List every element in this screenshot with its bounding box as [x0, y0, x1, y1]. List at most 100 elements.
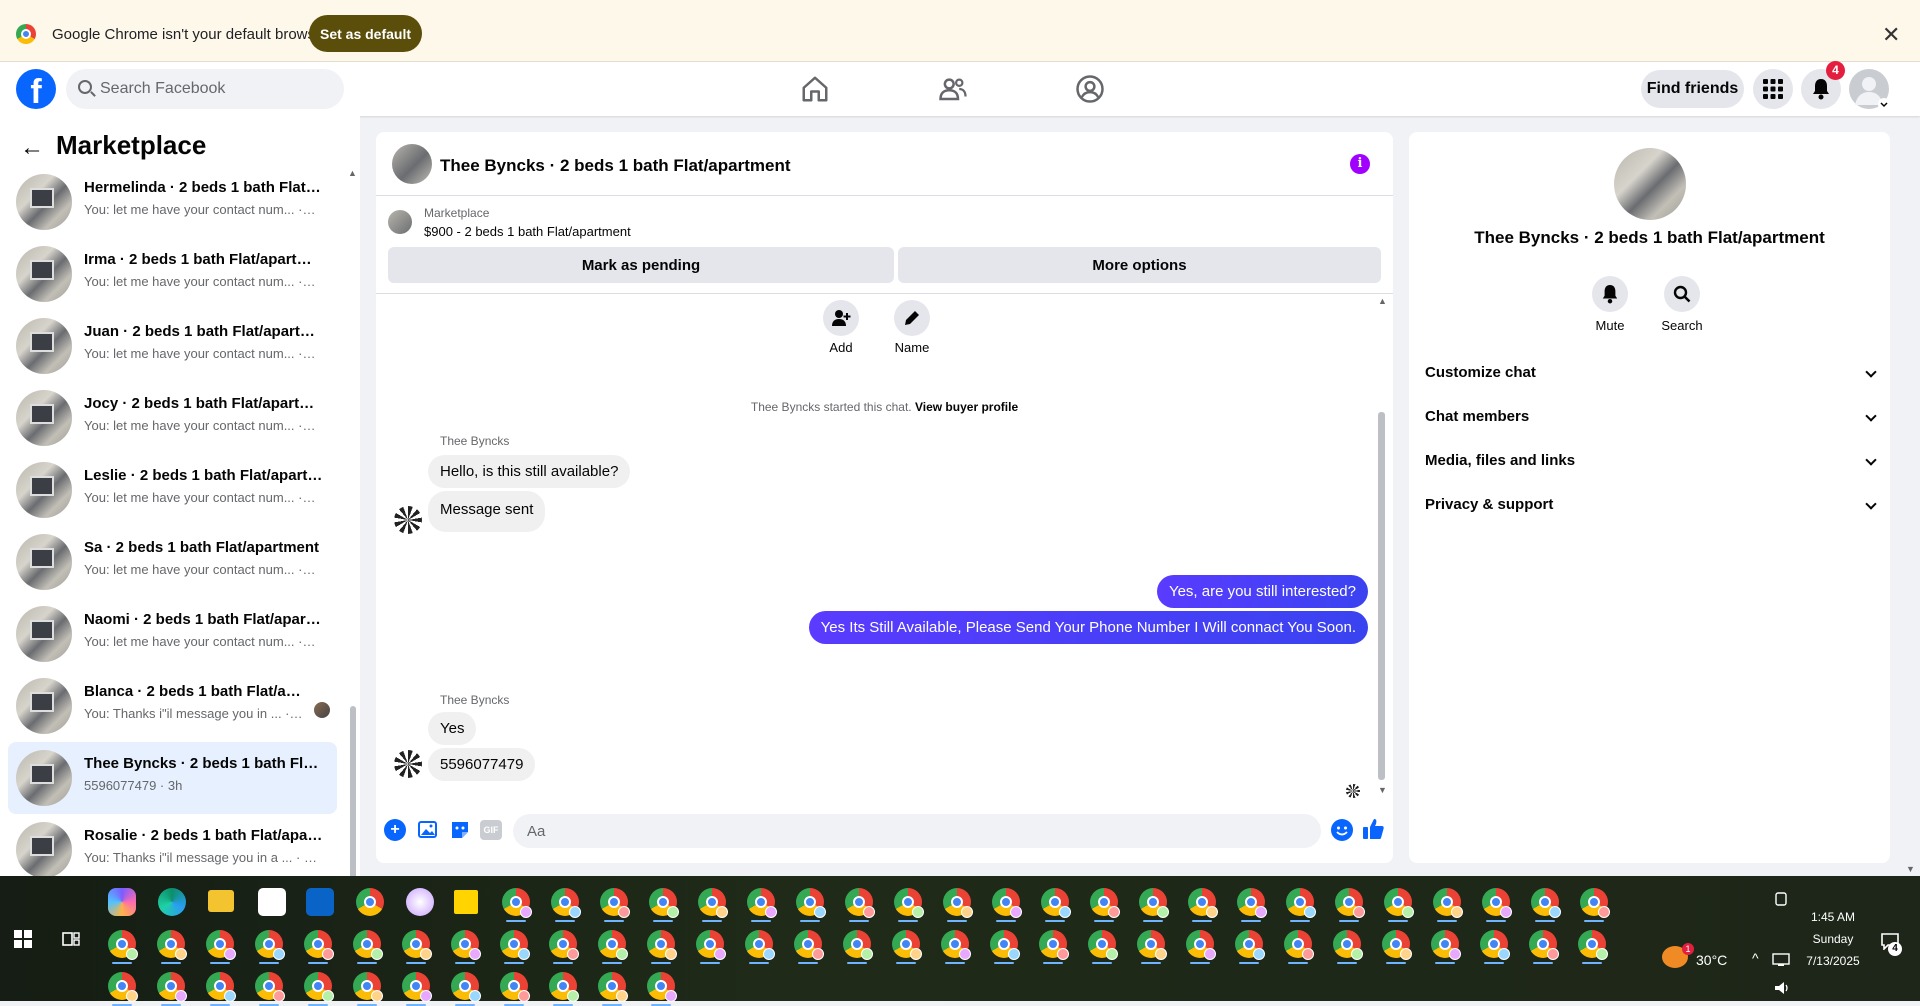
network-icon[interactable]: [1772, 953, 1790, 967]
chrome-window-icon[interactable]: [157, 972, 187, 1002]
meet-now-icon[interactable]: [1774, 891, 1788, 907]
chrome-window-icon[interactable]: [1237, 888, 1267, 918]
plus-circle-icon[interactable]: +: [384, 819, 406, 841]
list-item[interactable]: Irma · 2 beds 1 bath Flat/apartment You:…: [8, 238, 337, 310]
chrome-window-icon[interactable]: [451, 972, 481, 1002]
chrome-window-icon[interactable]: [1286, 888, 1316, 918]
mark-as-pending-button[interactable]: Mark as pending: [388, 247, 894, 283]
customize-chat-section[interactable]: Customize chat: [1425, 364, 1877, 400]
clock-date[interactable]: 7/13/2025: [1800, 954, 1866, 968]
app-icon[interactable]: [406, 888, 434, 916]
chrome-window-icon[interactable]: [992, 888, 1022, 918]
temperature[interactable]: 30°C: [1696, 952, 1727, 968]
chrome-window-icon[interactable]: [843, 930, 873, 960]
chrome-window-icon[interactable]: [502, 888, 532, 918]
scrollbar-thumb[interactable]: [350, 706, 356, 876]
outgoing-message[interactable]: Yes Its Still Available, Please Send You…: [808, 611, 1368, 644]
volume-icon[interactable]: [1774, 981, 1792, 995]
chrome-window-icon[interactable]: [402, 972, 432, 1002]
friends-icon[interactable]: [938, 74, 968, 104]
chrome-window-icon[interactable]: [255, 972, 285, 1002]
list-item[interactable]: Jocy · 2 beds 1 bath Flat/apartment You:…: [8, 382, 337, 454]
chrome-window-icon[interactable]: [649, 888, 679, 918]
chrome-window-icon[interactable]: [1480, 930, 1510, 960]
list-item[interactable]: Naomi · 2 beds 1 bath Flat/apartment You…: [8, 598, 337, 670]
chrome-window-icon[interactable]: [1284, 930, 1314, 960]
chat-avatar[interactable]: [392, 144, 432, 184]
scrollbar-thumb[interactable]: [1378, 412, 1385, 780]
chrome-window-icon[interactable]: [698, 888, 728, 918]
incoming-message[interactable]: Message sent: [428, 491, 546, 532]
chrome-window-icon[interactable]: [794, 930, 824, 960]
chrome-window-icon[interactable]: [990, 930, 1020, 960]
chrome-window-icon[interactable]: [206, 930, 236, 960]
chrome-window-icon[interactable]: [1090, 888, 1120, 918]
edge-icon[interactable]: [158, 888, 186, 916]
chrome-window-icon[interactable]: [1137, 930, 1167, 960]
find-friends-button[interactable]: Find friends: [1641, 70, 1744, 108]
thumbs-up-icon[interactable]: [1360, 816, 1386, 842]
chrome-window-icon[interactable]: [157, 930, 187, 960]
chrome-window-icon[interactable]: [1139, 888, 1169, 918]
chrome-window-icon[interactable]: [108, 930, 138, 960]
add-person-icon[interactable]: [823, 300, 859, 336]
chrome-window-icon[interactable]: [943, 888, 973, 918]
list-item[interactable]: Rosalie · 2 beds 1 bath Flat/apartment Y…: [8, 814, 337, 876]
chrome-window-icon[interactable]: [549, 930, 579, 960]
sender-avatar[interactable]: [394, 750, 422, 778]
chrome-window-icon[interactable]: [1186, 930, 1216, 960]
chrome-window-icon[interactable]: [1384, 888, 1414, 918]
chrome-window-icon[interactable]: [796, 888, 826, 918]
task-view-icon[interactable]: [62, 931, 80, 947]
chevron-down-icon[interactable]: [1878, 98, 1890, 110]
pencil-icon[interactable]: [894, 300, 930, 336]
list-item-active[interactable]: Thee Byncks · 2 beds 1 bath Flat/apartme…: [8, 742, 337, 814]
chat-title[interactable]: Thee Byncks · 2 beds 1 bath Flat/apartme…: [440, 156, 790, 176]
chrome-window-icon[interactable]: [402, 930, 432, 960]
info-icon[interactable]: i: [1350, 154, 1370, 174]
chrome-window-icon[interactable]: [1188, 888, 1218, 918]
chrome-window-icon[interactable]: [1235, 930, 1265, 960]
facebook-logo[interactable]: f: [16, 69, 56, 109]
sticky-notes-icon[interactable]: [454, 890, 478, 914]
close-icon[interactable]: ✕: [1882, 22, 1900, 48]
chrome-window-icon[interactable]: [500, 930, 530, 960]
chrome-window-icon[interactable]: [600, 888, 630, 918]
sticker-icon[interactable]: [449, 819, 471, 841]
media-files-links-section[interactable]: Media, files and links: [1425, 452, 1877, 488]
search-input[interactable]: [100, 69, 336, 109]
chrome-window-icon[interactable]: [1041, 888, 1071, 918]
chrome-window-icon[interactable]: [353, 972, 383, 1002]
scroll-up-arrow-icon[interactable]: ▲: [1378, 296, 1387, 306]
chrome-window-icon[interactable]: [304, 972, 334, 1002]
outgoing-message[interactable]: Yes, are you still interested?: [1156, 575, 1368, 608]
chrome-window-icon[interactable]: [255, 930, 285, 960]
chrome-window-icon[interactable]: [598, 930, 628, 960]
chrome-window-icon[interactable]: [1578, 930, 1608, 960]
scroll-down-arrow-icon[interactable]: ▼: [1378, 785, 1387, 795]
chrome-window-icon[interactable]: [1580, 888, 1610, 918]
list-item[interactable]: Sa · 2 beds 1 bath Flat/apartment You: l…: [8, 526, 337, 598]
menu-grid-icon[interactable]: [1753, 69, 1793, 109]
privacy-support-section[interactable]: Privacy & support: [1425, 496, 1877, 532]
chrome-window-icon[interactable]: [845, 888, 875, 918]
chrome-window-icon[interactable]: [1039, 930, 1069, 960]
more-options-button[interactable]: More options: [898, 247, 1381, 283]
chrome-window-icon[interactable]: [1333, 930, 1363, 960]
scroll-down-arrow-icon[interactable]: ▼: [1906, 864, 1915, 874]
chat-avatar[interactable]: [1614, 148, 1686, 220]
chrome-window-icon[interactable]: [1433, 888, 1463, 918]
incoming-message[interactable]: Hello, is this still available?: [428, 455, 631, 488]
chrome-window-icon[interactable]: [647, 972, 677, 1002]
back-arrow-icon[interactable]: ←: [20, 134, 44, 162]
chrome-window-icon[interactable]: [894, 888, 924, 918]
chrome-window-icon[interactable]: [549, 972, 579, 1002]
chrome-window-icon[interactable]: [598, 972, 628, 1002]
message-input[interactable]: [513, 814, 1321, 848]
search-box[interactable]: [66, 69, 344, 109]
microsoft-store-icon[interactable]: [258, 888, 286, 916]
chrome-window-icon[interactable]: [304, 930, 334, 960]
chrome-window-icon[interactable]: [696, 930, 726, 960]
chrome-window-icon[interactable]: [551, 888, 581, 918]
list-item[interactable]: Leslie · 2 beds 1 bath Flat/apartment Yo…: [8, 454, 337, 526]
